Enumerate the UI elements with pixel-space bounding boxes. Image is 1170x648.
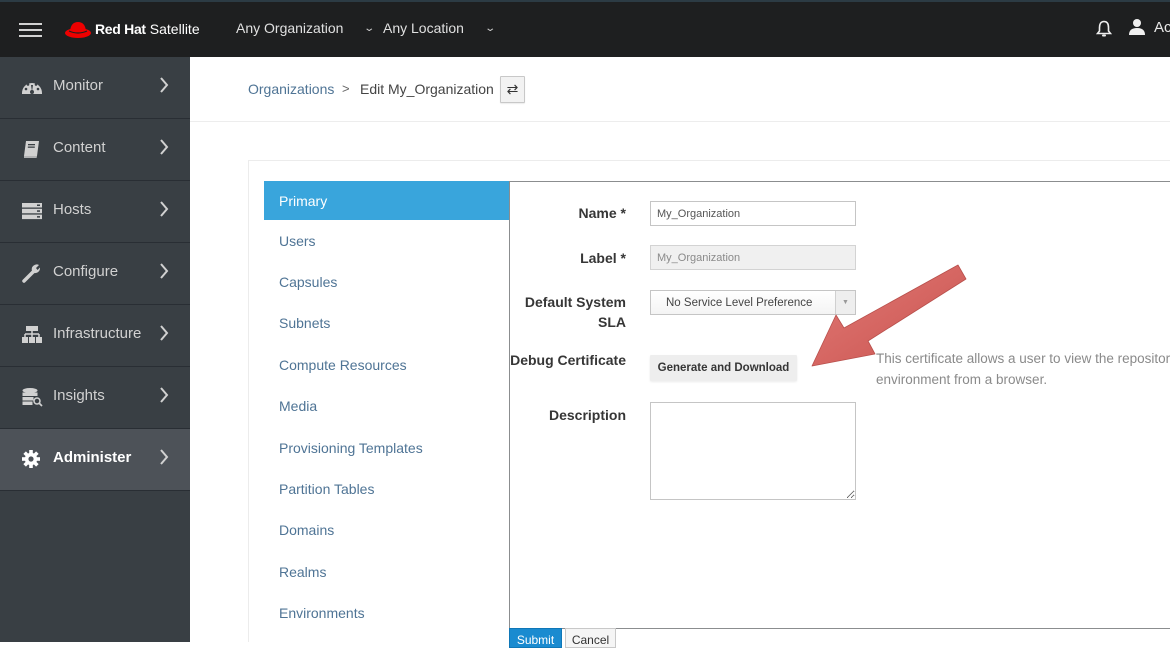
label-label: Label * <box>580 250 626 266</box>
submit-button[interactable]: Submit <box>509 628 562 648</box>
breadcrumb-separator: > <box>342 81 350 96</box>
tab-realms[interactable]: Realms <box>264 551 509 592</box>
description-textarea[interactable] <box>650 402 856 500</box>
switcher-button[interactable]: ⇄ <box>500 76 525 103</box>
location-selector[interactable]: Any Location ⌄ <box>383 20 497 36</box>
sidebar-item-label: Monitor <box>53 77 104 94</box>
sidebar-item-monitor[interactable]: Monitor <box>0 57 190 119</box>
sidebar-item-hosts[interactable]: Hosts <box>0 181 190 243</box>
location-label: Any Location <box>383 20 464 36</box>
bell-icon[interactable] <box>1096 20 1112 38</box>
sla-selected-value: No Service Level Preference <box>666 297 813 309</box>
user-name: Ac <box>1154 18 1170 36</box>
cancel-button[interactable]: Cancel <box>565 628 616 648</box>
tab-provisioning-templates[interactable]: Provisioning Templates <box>264 427 509 468</box>
breadcrumb: Organizations > Edit My_Organization ⇄ <box>190 57 1170 122</box>
redhat-logo-icon <box>65 22 91 38</box>
chevron-right-icon <box>160 263 169 279</box>
sla-select[interactable]: No Service Level Preference ▼ <box>650 290 856 315</box>
chevron-right-icon <box>160 449 169 465</box>
name-input[interactable] <box>650 201 856 226</box>
sla-label-line2: SLA <box>598 314 626 330</box>
sla-label: Default System SLA <box>466 292 626 332</box>
dashboard-icon <box>22 83 42 94</box>
description-label: Description <box>548 407 626 423</box>
sla-label-line1: Default System <box>524 294 626 310</box>
sidebar-item-content[interactable]: Content <box>0 119 190 181</box>
book-icon <box>24 141 39 158</box>
name-label: Name * <box>578 205 626 221</box>
network-icon <box>22 326 42 343</box>
chevron-right-icon <box>160 325 169 341</box>
top-navbar: Red Hat Satellite Any Organization ⌄ Any… <box>0 0 1170 57</box>
sidebar-item-infrastructure[interactable]: Infrastructure <box>0 305 190 367</box>
gear-icon <box>22 450 40 468</box>
chevron-down-icon: ⌄ <box>363 22 376 34</box>
sidebar-item-label: Hosts <box>53 201 92 218</box>
user-menu[interactable]: Ac <box>1128 18 1170 36</box>
organization-label: Any Organization <box>236 20 344 36</box>
help-line: This certificate allows a user to view t… <box>876 351 1170 366</box>
debug-certificate-help: This certificate allows a user to view t… <box>876 348 1170 390</box>
sidebar-item-label: Insights <box>53 387 105 404</box>
wrench-icon <box>22 264 41 283</box>
chevron-right-icon <box>160 77 169 93</box>
chevron-right-icon <box>160 139 169 155</box>
user-icon <box>1129 19 1145 35</box>
caret-down-icon: ▼ <box>835 291 855 314</box>
sidebar-item-label: Configure <box>53 263 119 280</box>
switch-arrows-icon: ⇄ <box>506 81 519 97</box>
hamburger-menu-icon[interactable] <box>19 21 42 38</box>
sidebar-item-label: Administer <box>53 449 132 466</box>
tab-partition-tables[interactable]: Partition Tables <box>264 468 509 509</box>
debug-certificate-label: Debug Certificate <box>510 352 626 368</box>
sidebar-item-label: Content <box>53 139 106 156</box>
label-input <box>650 245 856 270</box>
tab-domains[interactable]: Domains <box>264 510 509 551</box>
brand-logo[interactable]: Red Hat Satellite <box>64 17 200 41</box>
page-title: Edit My_Organization <box>360 81 494 97</box>
database-search-icon <box>22 388 43 407</box>
organization-selector[interactable]: Any Organization ⌄ <box>236 20 376 36</box>
tab-environments[interactable]: Environments <box>264 593 509 634</box>
sidebar: Monitor Content Hosts Configure Infrastr… <box>0 57 190 642</box>
brand-name-bold: Red Hat <box>95 21 146 37</box>
brand-name-light: Satellite <box>149 21 200 37</box>
breadcrumb-organizations-link[interactable]: Organizations <box>248 81 334 97</box>
sidebar-item-insights[interactable]: Insights <box>0 367 190 429</box>
chevron-down-icon: ⌄ <box>484 22 497 34</box>
sidebar-item-administer[interactable]: Administer <box>0 429 190 491</box>
server-icon <box>22 203 42 220</box>
chevron-right-icon <box>160 201 169 217</box>
sidebar-item-configure[interactable]: Configure <box>0 243 190 305</box>
sidebar-item-label: Infrastructure <box>53 325 142 342</box>
help-line: environment from a browser. <box>876 372 1048 387</box>
chevron-right-icon <box>160 387 169 403</box>
generate-and-download-button[interactable]: Generate and Download <box>650 355 797 381</box>
